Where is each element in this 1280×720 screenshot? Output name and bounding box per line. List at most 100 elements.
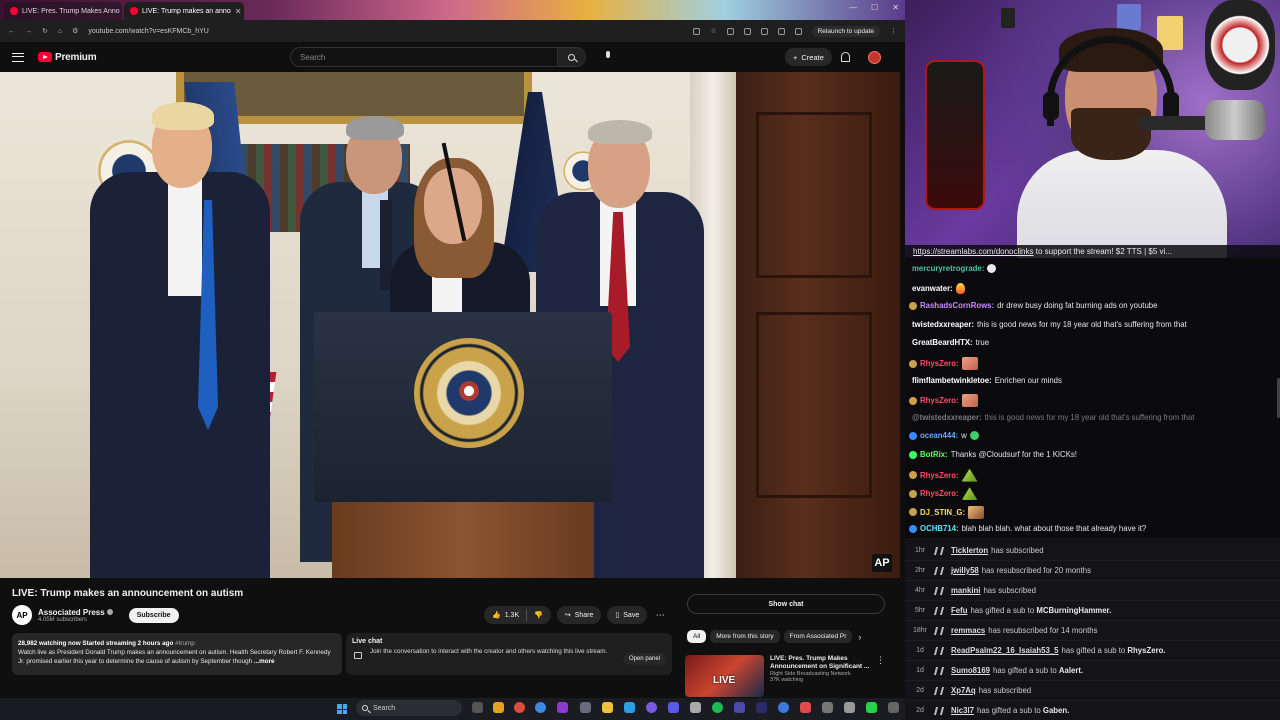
notifications-bell-icon[interactable] bbox=[841, 52, 850, 62]
channel-avatar[interactable]: AP bbox=[12, 605, 32, 625]
subscribe-button[interactable]: Subscribe bbox=[128, 607, 179, 623]
browser-menu-icon[interactable]: ⋮ bbox=[890, 27, 897, 35]
app-icon[interactable] bbox=[778, 702, 789, 713]
account-avatar[interactable] bbox=[868, 51, 881, 64]
voice-search-icon[interactable] bbox=[603, 51, 613, 63]
close-tab-icon[interactable]: ✕ bbox=[235, 7, 242, 16]
chevron-right-icon[interactable]: › bbox=[858, 632, 861, 642]
activity-username[interactable]: mankini bbox=[951, 586, 980, 595]
chat-username[interactable]: RhysZero: bbox=[920, 396, 959, 405]
hashtag-link[interactable]: #trump bbox=[175, 640, 195, 647]
chat-username[interactable]: GreatBeardHTX: bbox=[912, 338, 973, 347]
app-icon[interactable] bbox=[734, 702, 745, 713]
chat-username[interactable]: ocean444: bbox=[920, 431, 958, 440]
chat-username[interactable]: RhysZero: bbox=[920, 471, 959, 480]
minimize-icon[interactable]: — bbox=[849, 3, 857, 12]
file-explorer-icon[interactable] bbox=[602, 702, 613, 713]
back-icon[interactable]: ← bbox=[8, 28, 15, 35]
discord-icon[interactable] bbox=[668, 702, 679, 713]
extension-icon[interactable] bbox=[743, 27, 751, 35]
chat-username[interactable]: flimflambetwinkletoe: bbox=[912, 376, 992, 385]
create-button[interactable]: + Create bbox=[785, 48, 832, 66]
save-button[interactable]: ▯ Save bbox=[607, 606, 648, 624]
url-text[interactable]: youtube.com/watch?v=esKFMCb_hYU bbox=[88, 28, 208, 35]
recommended-title[interactable]: LIVE: Pres. Trump Makes Announcement on … bbox=[770, 655, 870, 671]
chat-icon bbox=[354, 652, 362, 659]
activity-username[interactable]: Ticklerton bbox=[951, 546, 988, 555]
youtube-logo[interactable]: Premium bbox=[38, 52, 97, 63]
app-icon[interactable] bbox=[866, 702, 877, 713]
app-icon[interactable] bbox=[800, 702, 811, 713]
activity-username[interactable]: Xp7Aq bbox=[951, 686, 976, 695]
show-chat-button[interactable]: Show chat bbox=[687, 594, 885, 614]
app-icon[interactable] bbox=[646, 702, 657, 713]
home-icon[interactable]: ⌂ bbox=[58, 28, 62, 35]
obs-icon[interactable] bbox=[557, 702, 568, 713]
spotify-icon[interactable] bbox=[712, 702, 723, 713]
menu-icon[interactable] bbox=[12, 52, 24, 62]
chip-more-from-story[interactable]: More from this story bbox=[710, 630, 780, 643]
taskbar-search[interactable]: Search bbox=[356, 700, 462, 716]
like-button[interactable]: 👍 1.3K 👎 bbox=[484, 606, 551, 624]
bookmark-star-icon[interactable]: ☆ bbox=[710, 27, 716, 35]
chip-all[interactable]: All bbox=[687, 630, 707, 643]
chat-username[interactable]: @twistedxxreaper: bbox=[912, 413, 982, 422]
chat-username[interactable]: RhysZero: bbox=[920, 489, 959, 498]
close-window-icon[interactable]: ✕ bbox=[892, 3, 899, 12]
windows-start-icon[interactable] bbox=[337, 704, 347, 714]
chat-username[interactable]: RashadsCornRows: bbox=[920, 301, 994, 310]
search-input[interactable] bbox=[291, 48, 557, 66]
app-icon[interactable] bbox=[888, 702, 899, 713]
open-panel-button[interactable]: Open panel bbox=[622, 653, 666, 665]
extension-icon[interactable] bbox=[760, 27, 768, 35]
search-button[interactable] bbox=[557, 48, 585, 66]
thumbs-down-icon[interactable]: 👎 bbox=[534, 611, 543, 619]
activity-username[interactable]: jwilly58 bbox=[951, 566, 979, 575]
video-player[interactable]: AP bbox=[0, 72, 900, 578]
tab-ap[interactable]: LIVE: Trump makes an anno ✕ bbox=[124, 2, 244, 20]
forward-icon[interactable]: → bbox=[25, 28, 32, 35]
chrome-icon[interactable] bbox=[514, 702, 525, 713]
app-icon[interactable] bbox=[844, 702, 855, 713]
cast-icon[interactable] bbox=[693, 27, 701, 35]
chat-username[interactable]: BotRix: bbox=[920, 450, 948, 459]
chat-username[interactable]: mercuryretrograde: bbox=[912, 264, 984, 273]
chat-username[interactable]: twistedxxreaper: bbox=[912, 320, 974, 329]
tab-rsbn[interactable]: LIVE: Pres. Trump Makes Anno ✕ bbox=[4, 2, 122, 20]
chat-username[interactable]: DJ_STIN_G: bbox=[920, 508, 965, 517]
activity-username[interactable]: Sumo8169 bbox=[951, 666, 990, 675]
share-button[interactable]: ↪ Share bbox=[556, 606, 602, 624]
channel-name[interactable]: Associated Press bbox=[38, 608, 105, 617]
more-link[interactable]: ...more bbox=[254, 658, 275, 665]
maximize-icon[interactable]: ☐ bbox=[871, 3, 878, 12]
telegram-icon[interactable] bbox=[624, 702, 635, 713]
chat-username[interactable]: OCHB714: bbox=[920, 524, 959, 533]
extension-icon[interactable] bbox=[726, 27, 734, 35]
app-icon[interactable] bbox=[822, 702, 833, 713]
site-info-icon[interactable]: ⚙ bbox=[72, 27, 78, 35]
chip-from-channel[interactable]: From Associated Pr bbox=[783, 630, 853, 643]
description-box[interactable]: 28,982 watching now Started streaming 2 … bbox=[12, 633, 342, 675]
donation-link[interactable]: https://streamlabs.com/donoclinks bbox=[913, 247, 1034, 256]
sidepanel-icon[interactable] bbox=[794, 27, 802, 35]
recommended-thumbnail[interactable]: LIVE bbox=[685, 655, 764, 697]
recommended-video[interactable]: LIVE LIVE: Pres. Trump Makes Announcemen… bbox=[685, 655, 885, 697]
browser-app-icon[interactable] bbox=[535, 702, 546, 713]
chat-username[interactable]: evanwater: bbox=[912, 284, 953, 293]
app-icon[interactable] bbox=[690, 702, 701, 713]
bookmark-icon: ▯ bbox=[615, 612, 620, 619]
reload-icon[interactable]: ↻ bbox=[42, 27, 48, 35]
more-options-icon[interactable]: ⋮ bbox=[876, 655, 885, 697]
relaunch-button[interactable]: Relaunch to update bbox=[811, 25, 880, 37]
puzzle-icon[interactable] bbox=[777, 27, 785, 35]
app-icon[interactable] bbox=[756, 702, 767, 713]
activity-username[interactable]: Fefu bbox=[951, 606, 967, 615]
activity-username[interactable]: Nic3l7 bbox=[951, 706, 974, 715]
chrome-icon[interactable] bbox=[493, 702, 504, 713]
chat-username[interactable]: RhysZero: bbox=[920, 359, 959, 368]
task-view-icon[interactable] bbox=[472, 702, 483, 713]
app-icon[interactable] bbox=[580, 702, 591, 713]
activity-username[interactable]: remmacs bbox=[951, 626, 985, 635]
more-actions-icon[interactable]: ⋯ bbox=[653, 606, 667, 624]
activity-username[interactable]: ReadPsalm22_16_Isaiah53_5 bbox=[951, 646, 1059, 655]
